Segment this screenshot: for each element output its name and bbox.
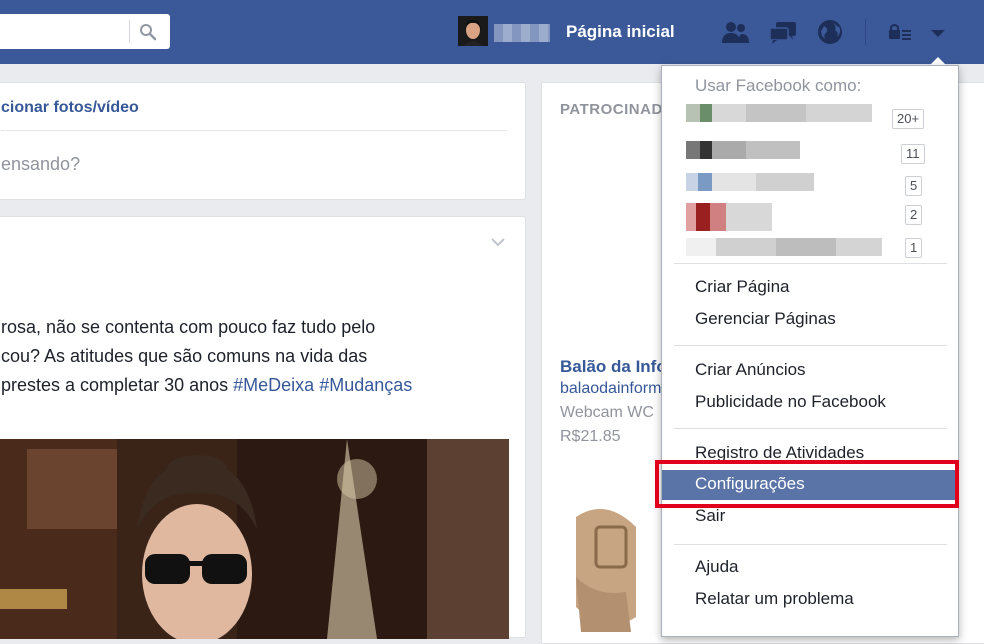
ad-product-image[interactable] [566,497,646,637]
add-photos-video-button[interactable]: cionar fotos/vídeo [1,99,139,117]
page-account-item[interactable]: 5 [686,173,926,196]
manage-pages-item[interactable]: Gerenciar Páginas [662,305,958,335]
menu-item-label: Gerenciar Páginas [695,309,836,328]
notification-count-badge: 1 [905,238,923,258]
post-photo[interactable] [0,439,509,639]
search-divider [129,20,130,43]
post-text: rosa, não se contenta com pouco faz tudo… [1,313,511,400]
search-icon[interactable] [139,23,157,41]
help-item[interactable]: Ajuda [662,553,958,583]
menu-divider [674,544,947,545]
notification-count-badge: 5 [905,176,923,196]
page-account-item[interactable]: 11 [686,141,926,164]
create-page-item[interactable]: Criar Página [662,273,958,303]
post-line: rosa, não se contenta com pouco faz tudo… [1,317,376,337]
account-name-blurred [686,173,814,191]
toolbar-separator [865,19,866,45]
ad-price: R$21.85 [560,428,621,445]
status-input[interactable]: ensando? [1,154,80,175]
menu-divider [674,263,947,264]
ad-description: Webcam WC [560,404,654,421]
post-line: cou? As atitudes que são comuns na vida … [1,346,368,366]
messages-icon[interactable] [768,19,798,46]
notification-count-badge: 11 [901,144,925,164]
user-name-blurred[interactable] [494,24,550,42]
menu-caret-icon[interactable] [923,19,953,46]
ad-title-link[interactable]: Balão da Info [560,357,667,377]
create-ads-item[interactable]: Criar Anúncios [662,356,958,386]
menu-divider [674,345,947,346]
account-name-blurred [686,104,872,122]
post-line: prestes a completar 30 anos #MeDeixa #Mu… [1,371,511,400]
notification-count-badge: 20+ [892,109,925,129]
account-name-blurred [686,203,772,231]
avatar[interactable] [458,16,488,46]
account-settings-menu: Usar Facebook como: 20+ 11 5 2 1 Criar P… [661,65,959,637]
ad-domain-link[interactable]: balaodainform [560,380,661,398]
news-feed-post: rosa, não se contenta com pouco faz tudo… [0,216,526,639]
account-name-blurred [686,141,800,159]
notifications-globe-icon[interactable] [815,19,845,46]
menu-item-label: Relatar um problema [695,589,854,608]
hashtag-link[interactable]: #Mudanças [319,375,412,395]
facebook-advertising-item[interactable]: Publicidade no Facebook [662,388,958,418]
hashtag-link[interactable]: #MeDeixa [233,375,314,395]
menu-divider [674,428,947,429]
menu-item-label: Criar Anúncios [695,360,806,379]
home-link[interactable]: Página inicial [566,22,675,42]
menu-item-label: Ajuda [695,557,739,576]
menu-item-label: Criar Página [695,277,790,296]
top-navigation-bar: Página inicial [0,0,984,64]
report-problem-item[interactable]: Relatar um problema [662,585,958,615]
account-name-blurred [686,238,882,256]
page-account-item[interactable]: 20+ [686,104,926,129]
privacy-lock-icon[interactable] [886,19,916,46]
friend-requests-icon[interactable] [720,19,750,46]
menu-item-label: Sair [695,506,726,525]
status-composer: cionar fotos/vídeo ensando? [0,82,526,200]
composer-divider [1,130,507,131]
highlight-box [655,460,959,508]
search-input[interactable] [0,14,170,49]
use-facebook-as-header: Usar Facebook como: [695,76,862,95]
notification-count-badge: 2 [905,205,923,225]
post-line-text: prestes a completar 30 anos [1,375,234,395]
sponsored-header: PATROCINAD [560,101,663,118]
menu-item-label: Publicidade no Facebook [695,392,886,411]
page-account-item[interactable]: 2 [686,203,926,231]
page-account-item[interactable]: 1 [686,234,926,258]
chevron-down-icon[interactable] [491,237,505,247]
